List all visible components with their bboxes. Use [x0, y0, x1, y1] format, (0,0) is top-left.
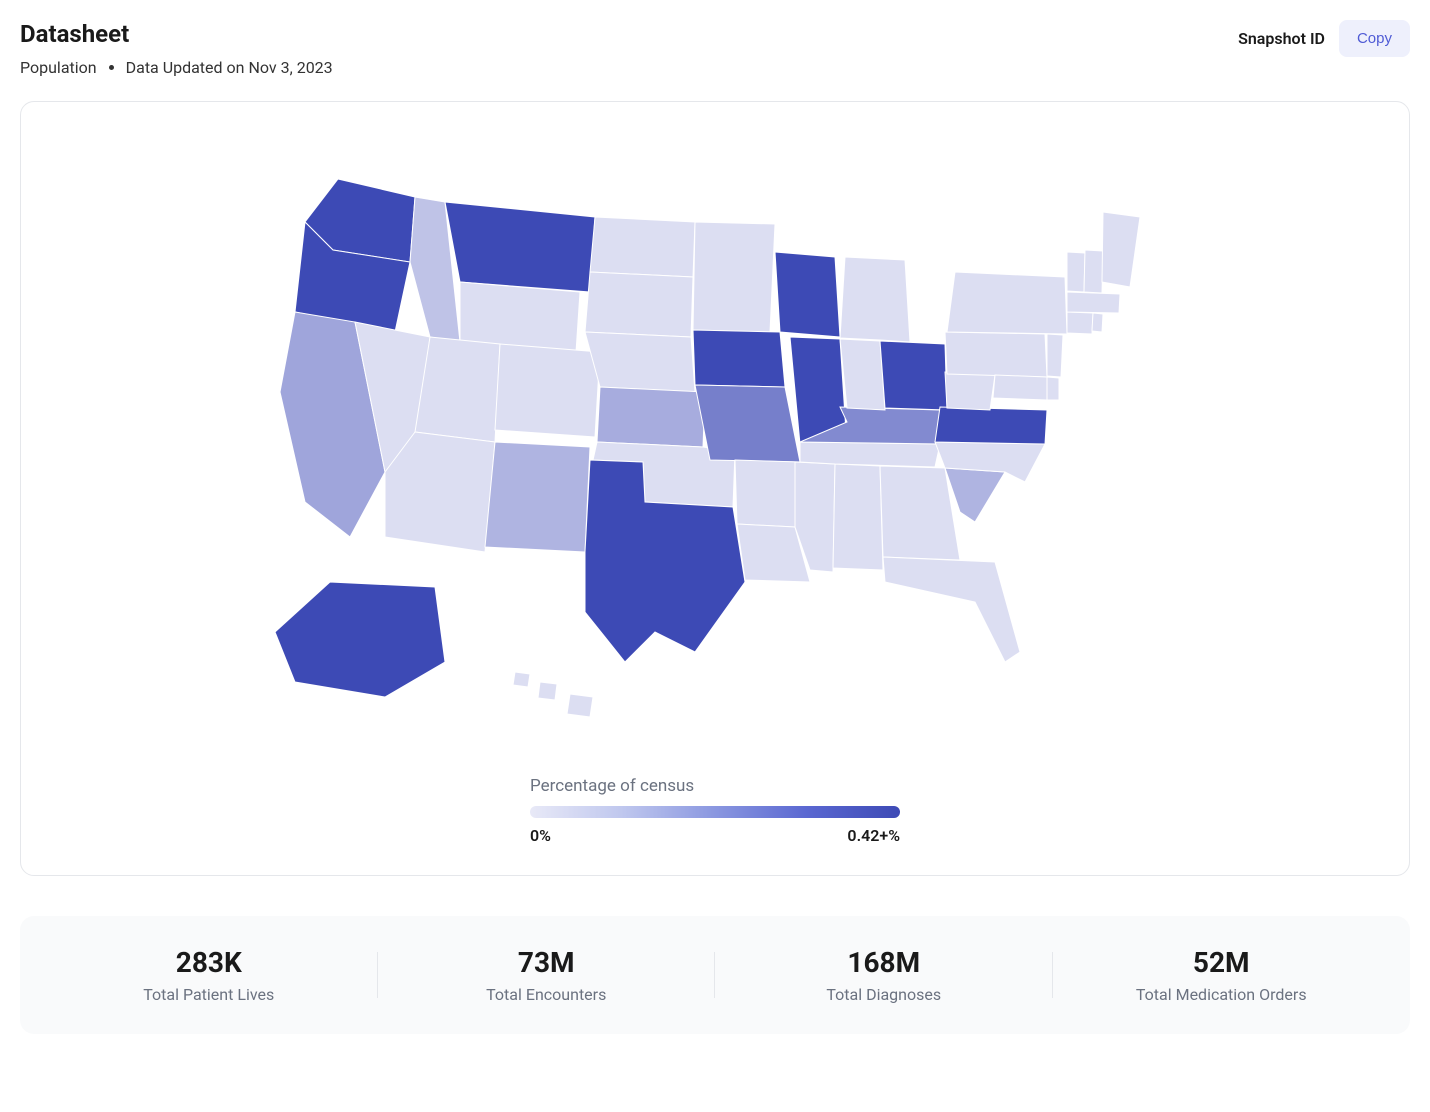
state-co[interactable] — [495, 344, 600, 437]
stat-encounters: 73M Total Encounters — [378, 946, 716, 1004]
stat-label: Total Medication Orders — [1053, 985, 1391, 1004]
page-title: Datasheet — [20, 20, 333, 48]
state-ia[interactable] — [693, 330, 785, 387]
map-legend: Percentage of census 0% 0.42+% — [530, 776, 900, 845]
state-nd[interactable] — [590, 217, 695, 277]
page-header: Datasheet Population Data Updated on Nov… — [20, 20, 1410, 77]
stat-label: Total Patient Lives — [40, 985, 378, 1004]
legend-min: 0% — [530, 826, 551, 845]
state-wv[interactable] — [945, 372, 995, 410]
state-nm[interactable] — [485, 442, 590, 552]
stat-label: Total Encounters — [378, 985, 716, 1004]
stat-value: 73M — [378, 946, 716, 979]
legend-labels: 0% 0.42+% — [530, 826, 900, 845]
legend-max: 0.42+% — [847, 826, 900, 845]
us-map-svg — [235, 142, 1195, 742]
state-nh[interactable] — [1084, 250, 1103, 293]
state-ar[interactable] — [735, 460, 800, 527]
subtitle-separator-dot — [109, 65, 114, 70]
state-ak[interactable] — [275, 582, 445, 697]
state-az[interactable] — [385, 432, 495, 552]
state-de[interactable] — [1047, 377, 1059, 400]
state-ga[interactable] — [880, 466, 960, 560]
state-sd[interactable] — [585, 272, 693, 337]
state-ma[interactable] — [1067, 292, 1120, 313]
subtitle-updated: Data Updated on Nov 3, 2023 — [126, 58, 333, 77]
stat-value: 52M — [1053, 946, 1391, 979]
state-hi[interactable] — [513, 672, 593, 717]
stats-card: 283K Total Patient Lives 73M Total Encou… — [20, 916, 1410, 1034]
state-mi[interactable] — [840, 257, 910, 342]
state-md[interactable] — [993, 375, 1047, 400]
state-vt[interactable] — [1067, 252, 1085, 292]
state-mt[interactable] — [445, 202, 595, 292]
state-oh[interactable] — [880, 341, 947, 410]
state-ri[interactable] — [1092, 313, 1103, 332]
state-va[interactable] — [935, 407, 1047, 444]
state-me[interactable] — [1102, 212, 1140, 287]
state-pa[interactable] — [945, 332, 1047, 377]
snapshot-id-label: Snapshot ID — [1238, 29, 1325, 48]
state-ut[interactable] — [415, 337, 500, 442]
map-card: Percentage of census 0% 0.42+% — [20, 101, 1410, 876]
state-tn[interactable] — [800, 442, 940, 467]
state-mn[interactable] — [693, 222, 775, 332]
state-in[interactable] — [840, 339, 885, 410]
header-right: Snapshot ID Copy — [1238, 20, 1410, 57]
state-wi[interactable] — [775, 252, 840, 337]
state-nj[interactable] — [1047, 334, 1063, 377]
stat-value: 168M — [715, 946, 1053, 979]
state-al[interactable] — [833, 464, 883, 570]
us-choropleth-map — [235, 142, 1195, 746]
state-fl[interactable] — [883, 557, 1020, 662]
state-ne[interactable] — [585, 332, 695, 392]
stat-value: 283K — [40, 946, 378, 979]
legend-title: Percentage of census — [530, 776, 900, 796]
state-ny[interactable] — [947, 272, 1067, 334]
legend-gradient-bar — [530, 806, 900, 818]
header-left: Datasheet Population Data Updated on Nov… — [20, 20, 333, 77]
state-ks[interactable] — [597, 387, 705, 447]
state-sc[interactable] — [945, 468, 1005, 522]
stat-label: Total Diagnoses — [715, 985, 1053, 1004]
stat-medication-orders: 52M Total Medication Orders — [1053, 946, 1391, 1004]
state-ct[interactable] — [1067, 312, 1093, 334]
page-subtitle: Population Data Updated on Nov 3, 2023 — [20, 58, 333, 77]
state-mo[interactable] — [695, 385, 800, 462]
stat-diagnoses: 168M Total Diagnoses — [715, 946, 1053, 1004]
subtitle-category: Population — [20, 58, 97, 77]
copy-button[interactable]: Copy — [1339, 20, 1410, 57]
stat-patient-lives: 283K Total Patient Lives — [40, 946, 378, 1004]
